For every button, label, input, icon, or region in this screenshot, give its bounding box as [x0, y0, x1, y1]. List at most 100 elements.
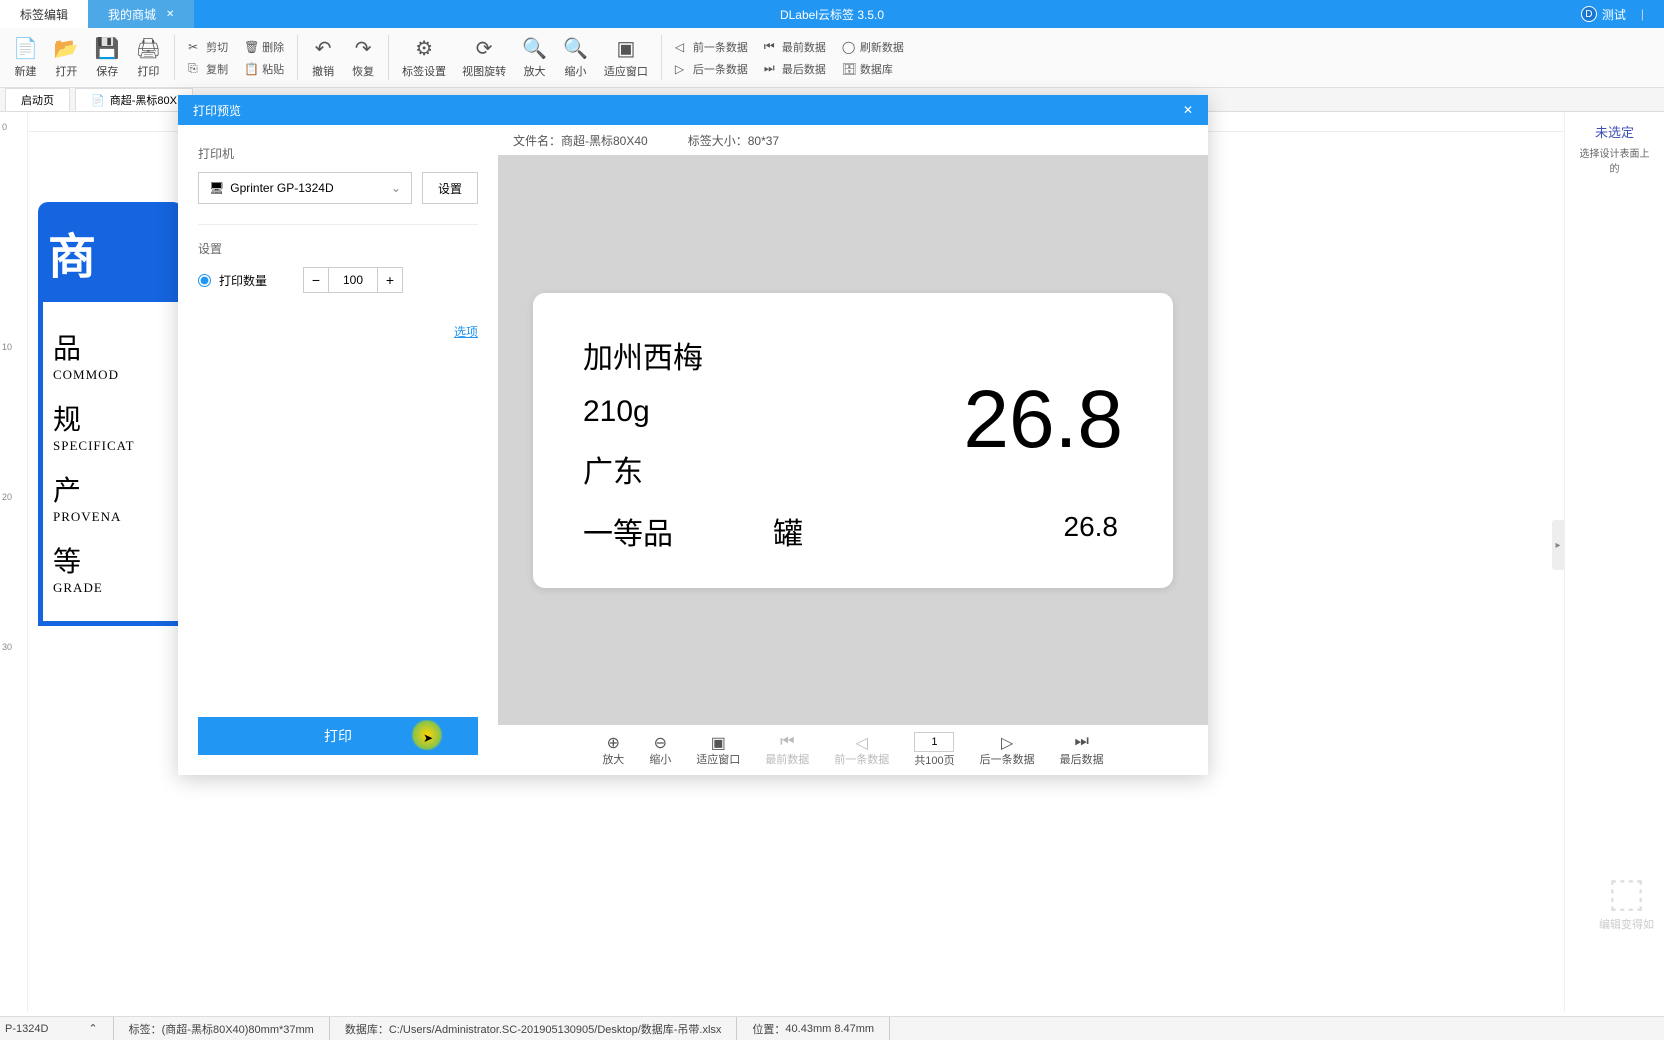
main-toolbar: 📄新建 📂打开 💾保存 🖨打印 ✂剪切 ⎘复制 🗑删除 📋粘贴 ↶撤销 ↷恢复 …	[0, 28, 1664, 88]
titlebar-right: D 测试 |	[1581, 6, 1654, 23]
status-label: 标签：(商超-黑标80X40)80mm*37mm	[114, 1017, 330, 1040]
test-label[interactable]: 测试	[1602, 6, 1626, 23]
preview-product: 加州西梅	[583, 333, 1123, 377]
save-icon: 💾	[95, 37, 120, 61]
open-button[interactable]: 📂打开	[46, 32, 87, 84]
print-button[interactable]: 🖨打印	[128, 32, 169, 84]
fit-icon: ▣	[616, 37, 635, 61]
settings-icon: ⚙	[415, 37, 433, 61]
view-rotate-button[interactable]: ⟳视图旋转	[454, 32, 514, 84]
properties-panel: 未选定 选择设计表面上的 ⬚ 编辑变得如	[1564, 112, 1664, 1012]
status-database: 数据库：C:/Users/Administrator.SC-2019051309…	[330, 1017, 738, 1040]
last-data-button[interactable]: ⏭最后数据	[756, 59, 834, 79]
preview-price-big: 26.8	[963, 373, 1123, 467]
page-input[interactable]	[914, 732, 954, 752]
doc-icon: 📄	[91, 94, 105, 107]
last-icon: ⏭	[1074, 733, 1088, 751]
panel-collapse-button[interactable]: ▸	[1552, 520, 1564, 570]
pv-fit[interactable]: ▣适应窗口	[696, 733, 740, 767]
label-settings-button[interactable]: ⚙标签设置	[394, 32, 454, 84]
pv-page: 共100页	[914, 732, 954, 768]
rotate-icon: ⟳	[476, 37, 493, 61]
pv-last[interactable]: ⏭最后数据	[1060, 733, 1104, 767]
redo-button[interactable]: ↷恢复	[343, 32, 383, 84]
qty-label: 打印数量	[219, 272, 267, 289]
dialog-close-button[interactable]: ✕	[1178, 100, 1198, 120]
qty-minus-button[interactable]: −	[304, 268, 328, 292]
monitor-icon: 🖥	[209, 181, 224, 195]
next-data-button[interactable]: ▷后一条数据	[667, 59, 756, 79]
zoom-out-icon: ⊖	[654, 733, 667, 751]
refresh-icon: ◯	[842, 40, 856, 54]
printer-select[interactable]: 🖥 Gprinter GP-1324D	[198, 172, 412, 204]
undo-button[interactable]: ↶撤销	[303, 32, 343, 84]
pv-first[interactable]: ⏮最前数据	[765, 733, 809, 767]
tab-start-page[interactable]: 启动页	[5, 88, 70, 111]
tab-label-edit[interactable]: 标签编辑	[0, 0, 88, 28]
new-button[interactable]: 📄新建	[5, 32, 46, 84]
close-icon[interactable]: ✕	[166, 9, 174, 20]
qty-plus-button[interactable]: +	[378, 268, 402, 292]
printer-settings-button[interactable]: 设置	[422, 172, 478, 204]
print-button[interactable]: 打印 ➤	[198, 717, 478, 755]
qty-input[interactable]	[328, 268, 378, 292]
zoom-out-icon: 🔍	[563, 37, 588, 61]
printer-icon: 🖨	[136, 37, 161, 61]
prev-data-button[interactable]: ◁前一条数据	[667, 37, 756, 57]
dialog-title: 打印预览 ✕	[178, 95, 1208, 125]
options-link[interactable]: 选项	[198, 323, 478, 340]
preview-grade: 一等品	[583, 509, 673, 553]
copy-button[interactable]: ⎘复制	[180, 59, 236, 79]
cursor-icon: ➤	[423, 731, 433, 745]
tab-document-1[interactable]: 📄商超-黑标80X	[75, 88, 193, 111]
panel-subtitle: 选择设计表面上的	[1575, 145, 1654, 175]
pv-zoom-in[interactable]: ⊕放大	[602, 733, 624, 767]
preview-toolbar: ⊕放大 ⊖缩小 ▣适应窗口 ⏮最前数据 ◁前一条数据 共100页 ▷后一条数据 …	[498, 725, 1208, 775]
trash-icon: 🗑	[244, 40, 258, 54]
first-icon: ⏮	[764, 39, 778, 54]
delete-button[interactable]: 🗑删除	[236, 37, 292, 57]
cut-button[interactable]: ✂剪切	[180, 37, 236, 57]
qty-radio[interactable]	[198, 274, 211, 287]
titlebar: 标签编辑 我的商城✕ DLabel云标签 3.5.0 D 测试 |	[0, 0, 1664, 28]
statusbar: P-1324D⌃ 标签：(商超-黑标80X40)80mm*37mm 数据库：C:…	[0, 1016, 1664, 1040]
pv-zoom-out[interactable]: ⊖缩小	[649, 733, 671, 767]
logo-icon: D	[1581, 6, 1597, 22]
print-preview-dialog: 打印预览 ✕ 打印机 🖥 Gprinter GP-1324D 设置 设置 打印数…	[178, 95, 1208, 775]
preview-canvas: 加州西梅 210g 广东 一等品 罐 26.8 26.8	[498, 155, 1208, 725]
label-header: 商	[38, 202, 183, 302]
placeholder-illustration: ⬚ 编辑变得如	[1599, 870, 1654, 932]
preview-label: 加州西梅 210g 广东 一等品 罐 26.8 26.8	[533, 293, 1173, 588]
zoom-in-button[interactable]: 🔍放大	[514, 32, 555, 84]
status-printer[interactable]: P-1324D⌃	[0, 1017, 114, 1040]
preview-unit: 罐	[773, 509, 803, 553]
redo-icon: ↷	[355, 37, 372, 61]
last-icon: ⏭	[764, 61, 778, 76]
zoom-out-button[interactable]: 🔍缩小	[555, 32, 596, 84]
database-icon: 🗄	[842, 62, 856, 76]
zoom-in-icon: ⊕	[607, 733, 620, 751]
database-button[interactable]: 🗄数据库	[834, 59, 912, 79]
paste-button[interactable]: 📋粘贴	[236, 59, 292, 79]
fit-icon: ▣	[711, 733, 726, 751]
panel-title: 未选定	[1575, 122, 1654, 141]
printer-label: 打印机	[198, 145, 478, 162]
tab-my-mall[interactable]: 我的商城✕	[88, 0, 194, 28]
first-data-button[interactable]: ⏮最前数据	[756, 37, 834, 57]
copy-icon: ⎘	[188, 61, 202, 76]
dialog-right-panel: 文件名：商超-黑标80X40 标签大小：80*37 加州西梅 210g 广东 一…	[498, 125, 1208, 775]
settings-section-label: 设置	[198, 240, 478, 257]
refresh-data-button[interactable]: ◯刷新数据	[834, 37, 912, 57]
save-button[interactable]: 💾保存	[87, 32, 128, 84]
pv-next[interactable]: ▷后一条数据	[980, 733, 1035, 767]
clipboard-icon: 📋	[244, 62, 258, 76]
pv-prev[interactable]: ◁前一条数据	[834, 733, 889, 767]
dialog-left-panel: 打印机 🖥 Gprinter GP-1324D 设置 设置 打印数量 − +	[178, 125, 498, 775]
canvas-label-object[interactable]: 商 品 COMMOD 规 SPECIFICAT 产 PROVENA 等 GRAD…	[38, 202, 183, 626]
quantity-stepper: − +	[303, 267, 403, 293]
ruler-vertical: 0 10 20 30	[0, 112, 28, 1012]
zoom-in-icon: 🔍	[522, 37, 547, 61]
scissors-icon: ✂	[188, 40, 202, 54]
preview-header: 文件名：商超-黑标80X40 标签大小：80*37	[498, 125, 1208, 155]
fit-window-button[interactable]: ▣适应窗口	[596, 32, 656, 84]
